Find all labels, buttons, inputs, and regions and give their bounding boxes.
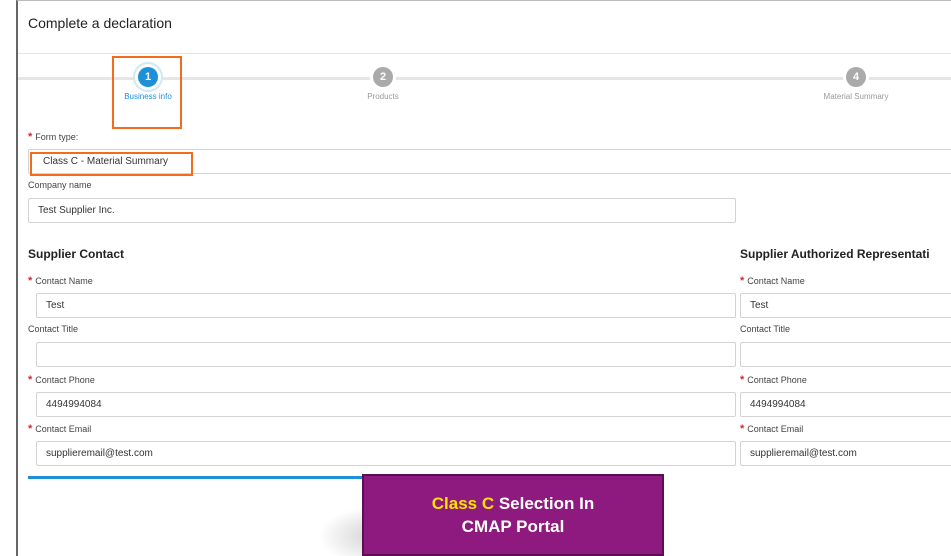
step-2-indicator: 2: [373, 67, 393, 87]
step-highlight-box: [112, 56, 182, 129]
contact-name-field[interactable]: Test: [36, 293, 736, 318]
rep-contact-email-label: * Contact Email: [740, 423, 804, 435]
company-name-field[interactable]: Test Supplier Inc.: [28, 198, 736, 223]
rep-contact-title-field[interactable]: [740, 342, 951, 367]
callout-highlight: Class C: [431, 494, 495, 513]
form-type-label: * Form type:: [28, 131, 79, 143]
annotation-callout: Class C Selection In CMAP Portal: [362, 474, 664, 556]
required-marker: *: [740, 275, 745, 287]
rep-contact-phone-field[interactable]: 4494994084: [740, 392, 951, 417]
callout-line-2: CMAP Portal: [461, 517, 565, 536]
step-products[interactable]: 2 Products: [323, 64, 443, 101]
contact-email-field[interactable]: supplieremail@test.com: [36, 441, 736, 466]
contact-phone-label: * Contact Phone: [28, 374, 95, 386]
declaration-window: Complete a declaration 1 Business info 2…: [16, 0, 951, 556]
required-marker: *: [28, 423, 33, 435]
page-title: Complete a declaration: [28, 15, 172, 31]
required-marker: *: [28, 374, 33, 386]
step-2-label: Products: [367, 92, 399, 101]
step-material-summary[interactable]: 4 Material Summary: [796, 64, 916, 101]
rep-contact-name-label: * Contact Name: [740, 275, 805, 287]
form-type-highlight-box: [30, 152, 193, 176]
contact-title-field[interactable]: [36, 342, 736, 367]
title-bar: Complete a declaration: [18, 1, 951, 54]
contact-email-label: * Contact Email: [28, 423, 92, 435]
rep-contact-phone-label: * Contact Phone: [740, 374, 807, 386]
contact-phone-field[interactable]: 4494994084: [36, 392, 736, 417]
rep-contact-title-label: Contact Title: [740, 324, 791, 334]
required-marker: *: [740, 374, 745, 386]
rep-contact-name-field[interactable]: Test: [740, 293, 951, 318]
contact-name-label: * Contact Name: [28, 275, 93, 287]
step-4-label: Material Summary: [823, 92, 889, 101]
step-4-indicator: 4: [846, 67, 866, 87]
rep-contact-email-field[interactable]: supplieremail@test.com: [740, 441, 951, 466]
company-name-label: Company name: [28, 180, 92, 190]
contact-title-label: Contact Title: [28, 324, 79, 334]
authorized-rep-heading: Supplier Authorized Representati: [740, 247, 930, 261]
required-marker: *: [28, 275, 33, 287]
supplier-contact-heading: Supplier Contact: [28, 247, 125, 261]
callout-line-1: Class C Selection In: [431, 494, 595, 513]
required-marker: *: [28, 131, 33, 143]
required-marker: *: [740, 423, 745, 435]
